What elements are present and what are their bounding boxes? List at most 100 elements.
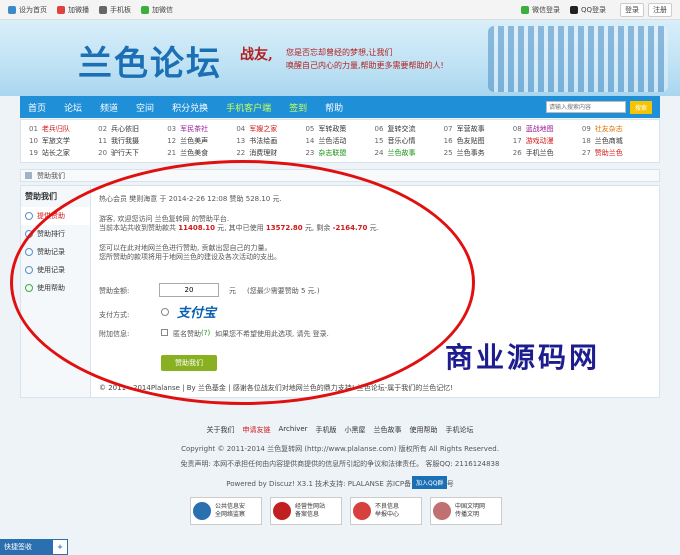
- link-item[interactable]: 01 老兵归队: [29, 124, 98, 134]
- quick-checkin-bar[interactable]: 快捷签收 +: [0, 539, 68, 555]
- anonymous-checkbox[interactable]: [161, 329, 168, 336]
- footer-link-about[interactable]: 关于我们: [206, 425, 234, 435]
- search-button[interactable]: 搜索: [629, 100, 652, 114]
- search-input[interactable]: [545, 101, 626, 113]
- forum-links: 01 老兵归队 02 兵心依旧 03 军民茶社 04 军嫂之家 05 军转政策 06 复转交…: [20, 119, 660, 163]
- home-icon[interactable]: [25, 172, 32, 179]
- sponsor-submit-button[interactable]: 赞助我们: [161, 355, 217, 371]
- pay-method-label: 支付方式:: [99, 311, 130, 319]
- alipay-radio[interactable]: [161, 308, 169, 316]
- wechat-link[interactable]: 加微信: [141, 5, 173, 15]
- extra-info-label: 附加信息:: [99, 330, 130, 338]
- weibo-icon: [57, 5, 65, 14]
- police-icon: [193, 502, 211, 520]
- sidebar-item-provide[interactable]: 提供赞助: [21, 207, 90, 225]
- plus-icon[interactable]: +: [53, 540, 67, 554]
- join-qq-group-button[interactable]: 加入QQ群: [412, 476, 448, 489]
- link-item[interactable]: 02 兵心依旧: [98, 124, 167, 134]
- link-item[interactable]: 05 军转政策: [305, 124, 374, 134]
- link-item[interactable]: 03 军民茶社: [167, 124, 236, 134]
- wechat-login[interactable]: 微信登录: [520, 5, 560, 15]
- footer-link-help[interactable]: 使用帮助: [410, 425, 438, 435]
- footer-link-blackroom[interactable]: 小黑屋: [345, 425, 366, 435]
- link-item[interactable]: 21 兰色美食: [167, 148, 236, 158]
- watermark-text: 商业源码网: [445, 341, 601, 374]
- link-item[interactable]: 25 兰色事务: [444, 148, 513, 158]
- link-item[interactable]: 10 军旅文学: [29, 136, 98, 146]
- footer-link-mobile[interactable]: 手机版: [316, 425, 337, 435]
- link-item[interactable]: 16 色友贴图: [444, 136, 513, 146]
- amount-input[interactable]: [159, 283, 219, 297]
- amount-label: 赞助金额:: [99, 287, 130, 295]
- sponsor-sidebar: 赞助我们 提供赞助 赞助排行 赞助记录 使用记录 使用帮助: [21, 186, 91, 397]
- register-button[interactable]: 注册: [648, 2, 672, 17]
- search-box: 搜索: [545, 100, 652, 114]
- link-item[interactable]: 22 消费理财: [236, 148, 305, 158]
- breadcrumb-current[interactable]: 赞助我们: [37, 171, 65, 181]
- phone-icon: [99, 5, 107, 14]
- link-item[interactable]: 24 兰色故事: [375, 148, 444, 158]
- wechat-login-icon: [520, 5, 529, 14]
- link-item[interactable]: 23 杂志联盟: [305, 148, 374, 158]
- nav-space[interactable]: 空间: [136, 101, 154, 114]
- links-row-2: 10 军旅文学 11 我行我摄 12 兰色美声 13 书法绘画 14 兰色活动 15 音乐心…: [29, 135, 651, 147]
- link-item[interactable]: 11 我行我摄: [98, 136, 167, 146]
- qq-icon: [569, 5, 578, 14]
- alipay-logo[interactable]: 支付宝: [177, 302, 216, 321]
- slogan-title: 战友,: [240, 47, 273, 63]
- slogan-text: 您是否忘却曾经的梦想,让我们 唤醒自己内心的力量,帮助更多需要帮助的人!: [286, 48, 444, 70]
- badge-civilization[interactable]: 中国文明网 传播文明: [430, 497, 502, 525]
- sidebar-item-records[interactable]: 赞助记录: [21, 243, 90, 261]
- mobile-link[interactable]: 手机板: [99, 5, 131, 15]
- link-item[interactable]: 12 兰色美声: [167, 136, 236, 146]
- anonymous-label: 匿名赞助: [173, 330, 201, 338]
- stats-line: 当前本站共收到赞助款共 11408.10 元, 其中已使用 13572.80 元…: [99, 224, 379, 232]
- link-item[interactable]: 15 音乐心情: [375, 136, 444, 146]
- link-item[interactable]: 06 复转交流: [375, 124, 444, 134]
- sidebar-item-usage[interactable]: 使用记录: [21, 261, 90, 279]
- footer-link-friendlink[interactable]: 申请友链: [242, 425, 270, 435]
- nav-channel[interactable]: 频道: [100, 101, 118, 114]
- sidebar-item-help[interactable]: 使用帮助: [21, 279, 90, 297]
- anonymous-help[interactable]: (?): [201, 329, 210, 337]
- badge-security[interactable]: 公共信息安 全网络监察: [190, 497, 262, 525]
- footer-powered: Powered by Discuz! X3.1 技术支持: PLALANSE 苏…: [226, 480, 454, 488]
- sidebar-title: 赞助我们: [25, 192, 57, 201]
- link-item[interactable]: 08 蓝战地图: [513, 124, 582, 134]
- badge-record[interactable]: 经营性网站 备案信息: [270, 497, 342, 525]
- link-item[interactable]: 09 社友杂志: [582, 124, 651, 134]
- link-item[interactable]: 18 兰色商城: [582, 136, 651, 146]
- sidebar-item-ranking[interactable]: 赞助排行: [21, 225, 90, 243]
- footer-copyright: Copyright © 2011-2014 兰色复转网 (http://www.…: [181, 445, 499, 453]
- footer-link-story[interactable]: 兰色故事: [374, 425, 402, 435]
- login-button[interactable]: 登录: [620, 2, 644, 17]
- nav-forum[interactable]: 论坛: [64, 101, 82, 114]
- link-item[interactable]: 17 游戏动漫: [513, 136, 582, 146]
- link-item[interactable]: 14 兰色活动: [305, 136, 374, 146]
- link-item[interactable]: 07 军营故事: [444, 124, 513, 134]
- site-banner: 兰色论坛 战友, 您是否忘却曾经的梦想,让我们 唤醒自己内心的力量,帮助更多需要…: [0, 20, 680, 96]
- site-logo[interactable]: 兰色论坛: [78, 36, 222, 85]
- nav-checkin[interactable]: 签到: [289, 101, 307, 114]
- link-item[interactable]: 13 书法绘画: [236, 136, 305, 146]
- link-item[interactable]: 26 手机兰色: [513, 148, 582, 158]
- badge-report[interactable]: 不良信息 举报中心: [350, 497, 422, 525]
- usage-icon: [25, 266, 33, 274]
- qq-login[interactable]: QQ登录: [569, 5, 606, 15]
- nav-mobile-client[interactable]: 手机客户端: [226, 101, 271, 114]
- link-item[interactable]: 19 站长之家: [29, 148, 98, 158]
- nav-help[interactable]: 帮助: [325, 101, 343, 114]
- set-homepage-link[interactable]: 设为首页: [8, 5, 47, 15]
- nav-points[interactable]: 积分兑换: [172, 101, 208, 114]
- link-item[interactable]: 27 赞助兰色: [582, 148, 651, 158]
- footer-link-mobile-forum[interactable]: 手机论坛: [446, 425, 474, 435]
- footer-link-archiver[interactable]: Archiver: [278, 425, 307, 435]
- link-item[interactable]: 20 驴行天下: [98, 148, 167, 158]
- weibo-link[interactable]: 加微播: [57, 5, 89, 15]
- nav-home[interactable]: 首页: [28, 101, 46, 114]
- trust-badges: 公共信息安 全网络监察 经营性网站 备案信息 不良信息 举报中心 中国文明网 传播文明: [190, 497, 502, 525]
- link-item[interactable]: 04 军嫂之家: [236, 124, 305, 134]
- extra-hint: 如果您不希望使用此选项, 请先 登录.: [215, 330, 329, 338]
- emblem-icon: [273, 502, 291, 520]
- provide-icon: [25, 212, 33, 220]
